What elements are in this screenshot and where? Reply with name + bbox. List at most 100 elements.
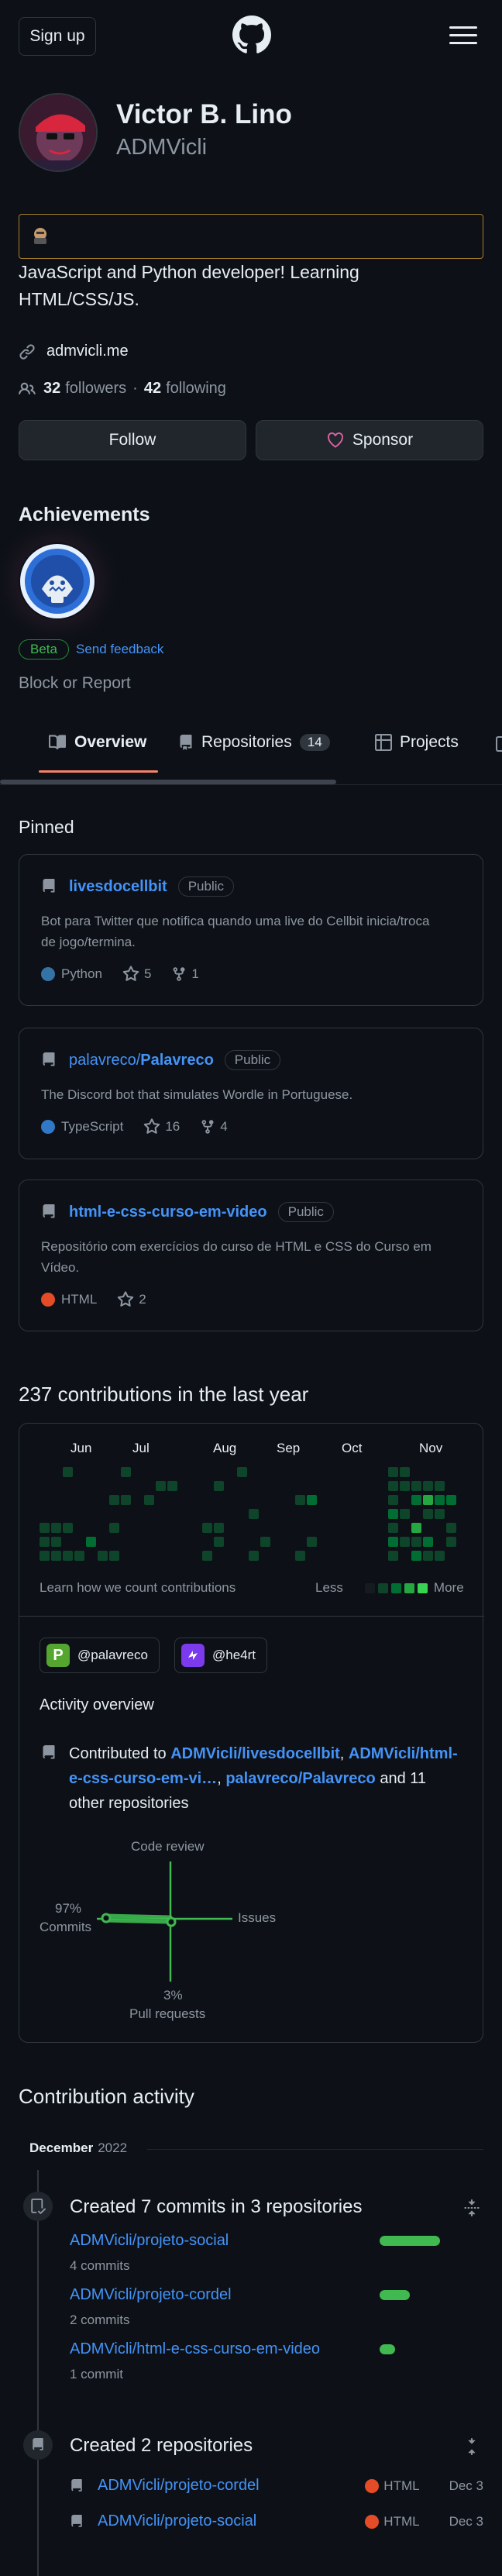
pinned-repo-link[interactable]: palavreco/Palavreco <box>69 1052 214 1069</box>
fork-count[interactable]: 1 <box>191 966 198 982</box>
contribution-day-cell[interactable] <box>295 1551 305 1561</box>
created-repo-link[interactable]: ADMVicli/projeto-cordel <box>98 2477 260 2495</box>
contributed-repo-3[interactable]: palavreco/Palavreco <box>225 1770 375 1787</box>
pinned-repo-link[interactable]: html-e-css-curso-em-video <box>69 1204 267 1221</box>
star-count[interactable]: 5 <box>144 966 151 982</box>
contribution-day-cell[interactable] <box>400 1537 410 1547</box>
tab-overview[interactable]: Overview <box>48 733 146 752</box>
contribution-day-cell[interactable] <box>411 1551 421 1561</box>
menu-icon[interactable] <box>449 25 477 46</box>
contribution-day-cell[interactable] <box>202 1551 212 1561</box>
contribution-day-cell[interactable] <box>214 1481 224 1491</box>
collapse-icon[interactable] <box>463 2438 480 2455</box>
contribution-day-cell[interactable] <box>86 1537 96 1547</box>
contribution-day-cell[interactable] <box>40 1551 50 1561</box>
contribution-day-cell[interactable] <box>307 1495 317 1505</box>
achievement-badge-icon[interactable] <box>19 542 96 620</box>
contribution-day-cell[interactable] <box>214 1537 224 1547</box>
star-count[interactable]: 2 <box>139 1292 146 1307</box>
sign-up-button[interactable]: Sign up <box>19 17 96 56</box>
contribution-day-cell[interactable] <box>40 1523 50 1533</box>
contribution-day-cell[interactable] <box>411 1481 421 1491</box>
repos-title[interactable]: Created 2 repositories <box>70 2435 253 2457</box>
contribution-day-cell[interactable] <box>388 1467 398 1477</box>
commit-repo-link[interactable]: ADMVicli/projeto-cordel <box>70 2286 232 2304</box>
contribution-day-cell[interactable] <box>388 1509 398 1519</box>
website-link-row[interactable]: admvicli.me <box>19 343 129 360</box>
contribution-day-cell[interactable] <box>156 1481 166 1491</box>
contribution-day-cell[interactable] <box>423 1481 433 1491</box>
contribution-day-cell[interactable] <box>51 1523 61 1533</box>
status-box[interactable] <box>19 214 483 259</box>
contribution-day-cell[interactable] <box>446 1537 456 1547</box>
commit-count[interactable]: 4 commits <box>70 2258 129 2274</box>
contribution-day-cell[interactable] <box>202 1523 212 1533</box>
contribution-day-cell[interactable] <box>435 1481 445 1491</box>
contribution-day-cell[interactable] <box>214 1523 224 1533</box>
contribution-day-cell[interactable] <box>400 1467 410 1477</box>
followers-label[interactable]: followers <box>65 380 126 398</box>
contribution-day-cell[interactable] <box>63 1467 73 1477</box>
contribution-day-cell[interactable] <box>295 1495 305 1505</box>
github-logo-icon[interactable] <box>232 15 271 54</box>
contribution-day-cell[interactable] <box>63 1523 73 1533</box>
contribution-day-cell[interactable] <box>411 1495 421 1505</box>
org-filter-palavreco[interactable]: P @palavreco <box>40 1638 160 1673</box>
tab-repositories[interactable]: Repositories 14 <box>178 733 330 752</box>
follow-button[interactable]: Follow <box>19 420 246 460</box>
commits-title[interactable]: Created 7 commits in 3 repositories <box>70 2196 362 2218</box>
commit-repo-link[interactable]: ADMVicli/projeto-social <box>70 2232 229 2250</box>
pinned-repo-link[interactable]: livesdocellbit <box>69 878 167 896</box>
contribution-day-cell[interactable] <box>40 1537 50 1547</box>
contribution-day-cell[interactable] <box>388 1551 398 1561</box>
contribution-day-cell[interactable] <box>63 1551 73 1561</box>
contribution-day-cell[interactable] <box>400 1509 410 1519</box>
commit-repo-link[interactable]: ADMVicli/html-e-css-curso-em-video <box>70 2340 320 2358</box>
contribution-day-cell[interactable] <box>51 1537 61 1547</box>
commit-count[interactable]: 2 commits <box>70 2313 129 2328</box>
contribution-day-cell[interactable] <box>260 1537 270 1547</box>
contribution-day-cell[interactable] <box>51 1551 61 1561</box>
star-icon[interactable] <box>122 966 139 983</box>
website-link[interactable]: admvicli.me <box>46 343 129 360</box>
contribution-day-cell[interactable] <box>388 1523 398 1533</box>
contribution-day-cell[interactable] <box>423 1551 433 1561</box>
collapse-icon[interactable] <box>463 2199 480 2216</box>
contribution-day-cell[interactable] <box>411 1537 421 1547</box>
contribution-day-cell[interactable] <box>144 1495 154 1505</box>
created-repo-link[interactable]: ADMVicli/projeto-social <box>98 2512 256 2530</box>
contribution-day-cell[interactable] <box>74 1551 84 1561</box>
contribution-day-cell[interactable] <box>249 1509 259 1519</box>
contribution-day-cell[interactable] <box>411 1523 421 1533</box>
contribution-day-cell[interactable] <box>388 1537 398 1547</box>
contribution-day-cell[interactable] <box>423 1537 433 1547</box>
following-label[interactable]: following <box>166 380 226 398</box>
star-count[interactable]: 16 <box>165 1119 180 1135</box>
contribution-day-cell[interactable] <box>400 1481 410 1491</box>
contribution-day-cell[interactable] <box>307 1537 317 1547</box>
contribution-day-cell[interactable] <box>121 1467 131 1477</box>
contribution-day-cell[interactable] <box>423 1495 433 1505</box>
followers-count[interactable]: 32 <box>43 380 60 398</box>
commit-count[interactable]: 1 commit <box>70 2367 123 2382</box>
contribution-day-cell[interactable] <box>388 1495 398 1505</box>
fork-count[interactable]: 4 <box>220 1119 227 1135</box>
contribution-day-cell[interactable] <box>435 1509 445 1519</box>
contribution-day-cell[interactable] <box>237 1467 247 1477</box>
tab-projects[interactable]: Projects <box>375 733 459 752</box>
contribution-day-cell[interactable] <box>109 1495 119 1505</box>
fork-icon[interactable] <box>200 1118 215 1135</box>
contributed-repo-1[interactable]: ADMVicli/livesdocellbit <box>170 1745 340 1762</box>
contribution-day-cell[interactable] <box>98 1551 108 1561</box>
learn-contributions-link[interactable]: Learn how we count contributions <box>40 1580 236 1596</box>
star-icon[interactable] <box>117 1291 134 1308</box>
contribution-day-cell[interactable] <box>249 1551 259 1561</box>
contribution-day-cell[interactable] <box>423 1509 433 1519</box>
contribution-day-cell[interactable] <box>167 1481 177 1491</box>
sponsor-button[interactable]: Sponsor <box>256 420 483 460</box>
contribution-day-cell[interactable] <box>109 1523 119 1533</box>
contribution-day-cell[interactable] <box>109 1551 119 1561</box>
star-icon[interactable] <box>143 1118 160 1135</box>
following-count[interactable]: 42 <box>144 380 161 398</box>
contribution-day-cell[interactable] <box>435 1495 445 1505</box>
